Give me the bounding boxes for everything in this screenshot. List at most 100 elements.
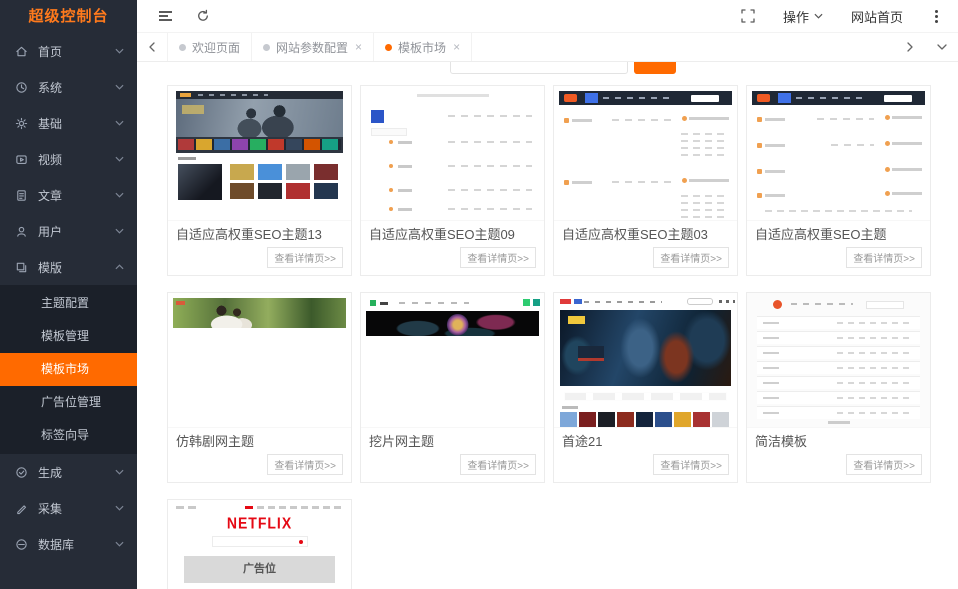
- thumb-nav: [559, 91, 732, 105]
- template-title: 简洁模板: [747, 428, 930, 450]
- thumb-art: [584, 301, 662, 303]
- template-market-content: 自适应高权重SEO主题13 查看详情页>> 自适应高: [137, 62, 958, 589]
- thumb-row: [371, 207, 532, 211]
- tab-label: 欢迎页面: [192, 39, 240, 56]
- thumb-art: [689, 117, 729, 120]
- collapse-sidebar-icon[interactable]: [159, 9, 172, 23]
- template-card: 简洁模板 查看详情页>>: [746, 292, 931, 483]
- sidebar-item-system[interactable]: 系统: [0, 69, 137, 105]
- thumb-art: [572, 181, 592, 184]
- thumb-hero: [176, 99, 343, 137]
- sidebar-item-template[interactable]: 模版: [0, 249, 137, 285]
- view-detail-link[interactable]: 查看详情页>>: [460, 247, 536, 268]
- thumb-art: [681, 192, 729, 218]
- sidebar-item-database[interactable]: 数据库: [0, 526, 137, 562]
- sidebar-item-tag-wizard[interactable]: 标签向导: [0, 419, 137, 452]
- thumb-row: [371, 140, 532, 144]
- thumb-art: [892, 116, 922, 119]
- template-card: 自适应高权重SEO主题03 查看详情页>>: [553, 85, 738, 276]
- view-detail-link[interactable]: 查看详情页>>: [460, 454, 536, 475]
- thumb-art: [837, 315, 914, 419]
- view-detail-link[interactable]: 查看详情页>>: [846, 454, 922, 475]
- thumb-art: [417, 94, 489, 97]
- sidebar-item-basic[interactable]: 基础: [0, 105, 137, 141]
- fullscreen-icon[interactable]: [741, 9, 755, 23]
- thumb-art: [572, 119, 592, 122]
- sidebar-item-article[interactable]: 文章: [0, 177, 137, 213]
- netflix-logo: NETFLIX: [168, 514, 351, 532]
- template-card: 自适应高权重SEO主题13 查看详情页>>: [167, 85, 352, 276]
- template-card: 挖片网主题 查看详情页>>: [360, 292, 545, 483]
- tabs-scroll-right[interactable]: [894, 33, 926, 61]
- sidebar-item-theme-config[interactable]: 主题配置: [0, 287, 137, 320]
- kebab-menu-icon[interactable]: [935, 15, 938, 18]
- home-icon: [15, 45, 28, 58]
- thumb-art: [689, 179, 729, 182]
- view-detail-link[interactable]: 查看详情页>>: [267, 247, 343, 268]
- sidebar: 超级控制台 首页 系统 基础 视频 文章 用户: [0, 0, 137, 589]
- chevron-down-icon: [115, 156, 124, 162]
- sidebar-item-generate[interactable]: 生成: [0, 454, 137, 490]
- thumb-art: [562, 406, 578, 409]
- tab-site-params[interactable]: 网站参数配置 ×: [252, 33, 374, 61]
- tab-label: 网站参数配置: [276, 39, 348, 56]
- sidebar-item-home[interactable]: 首页: [0, 33, 137, 69]
- thumb-art: [687, 298, 713, 305]
- sidebar-item-label: 用户: [38, 223, 115, 240]
- chevron-down-icon: [115, 192, 124, 198]
- tab-template-market[interactable]: 模板市场 ×: [374, 33, 472, 61]
- view-detail-link[interactable]: 查看详情页>>: [846, 247, 922, 268]
- template-thumbnail-shoutu21: [554, 293, 737, 428]
- thumb-poster-strip: [178, 139, 341, 150]
- thumb-art: [765, 144, 785, 147]
- sidebar-item-user[interactable]: 用户: [0, 213, 137, 249]
- thumb-art: [578, 346, 604, 358]
- thumb-art: [892, 142, 922, 145]
- thumb-art: [399, 302, 469, 304]
- chevron-down-icon: [115, 469, 124, 475]
- view-detail-link[interactable]: 查看详情页>>: [653, 247, 729, 268]
- chevron-left-icon: [148, 42, 156, 52]
- sidebar-item-ad-manage[interactable]: 广告位管理: [0, 386, 137, 419]
- template-thumbnail-seo03: [554, 86, 737, 221]
- sidebar-item-template-market[interactable]: 模板市场: [0, 353, 137, 386]
- tabs-scroll-left[interactable]: [137, 33, 167, 61]
- thumb-art: [681, 130, 729, 156]
- thumb-art: [892, 168, 922, 171]
- sidebar-item-template-manage[interactable]: 模板管理: [0, 320, 137, 353]
- close-icon[interactable]: ×: [453, 40, 460, 54]
- thumb-row: [371, 164, 532, 168]
- refresh-icon[interactable]: [196, 9, 210, 23]
- search-button[interactable]: [634, 62, 676, 74]
- actions-dropdown[interactable]: 操作: [783, 7, 823, 26]
- template-thumbnail-jianjie: [747, 293, 930, 428]
- chevron-up-icon: [115, 264, 124, 270]
- search-input[interactable]: [450, 62, 628, 74]
- thumb-art: [831, 144, 874, 146]
- system-icon: [15, 81, 28, 94]
- view-detail-link[interactable]: 查看详情页>>: [267, 454, 343, 475]
- view-detail-link[interactable]: 查看详情页>>: [653, 454, 729, 475]
- thumb-row: [371, 114, 532, 118]
- sidebar-item-collect[interactable]: 采集: [0, 490, 137, 526]
- tabs-menu[interactable]: [926, 33, 958, 61]
- thumb-art: [719, 300, 735, 303]
- generate-icon: [15, 466, 28, 479]
- template-title: 自适应高权重SEO主题13: [168, 221, 351, 243]
- sidebar-item-label: 文章: [38, 187, 115, 204]
- template-title: 仿韩剧网主题: [168, 428, 351, 450]
- sidebar-item-video[interactable]: 视频: [0, 141, 137, 177]
- tab-welcome[interactable]: 欢迎页面: [167, 33, 252, 61]
- site-home-link[interactable]: 网站首页: [851, 7, 903, 26]
- template-title: 首途21: [554, 428, 737, 450]
- topbar: 操作 网站首页: [137, 0, 958, 33]
- thumb-art: [817, 118, 874, 120]
- sidebar-item-label: 视频: [38, 151, 115, 168]
- close-icon[interactable]: ×: [355, 40, 362, 54]
- thumb-art: [765, 170, 785, 173]
- sidebar-item-label: 基础: [38, 115, 115, 132]
- thumb-hero: [173, 298, 346, 328]
- template-thumbnail-seo09: [361, 86, 544, 221]
- thumb-art: [612, 119, 671, 121]
- chevron-down-icon: [115, 505, 124, 511]
